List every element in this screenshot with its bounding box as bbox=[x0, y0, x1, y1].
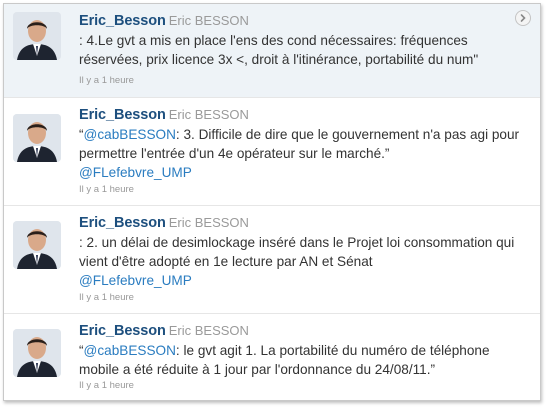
chevron-right-icon bbox=[520, 14, 526, 22]
tweet-text: : 2. un délai de desimlockage inséré dan… bbox=[79, 233, 527, 290]
full-name: Eric BESSON bbox=[168, 323, 249, 338]
tweet-timestamp-link[interactable]: Il y a 1 heure bbox=[79, 380, 134, 391]
avatar-portrait-icon bbox=[13, 329, 61, 377]
tweet-header: Eric_Besson Eric BESSON bbox=[79, 322, 249, 340]
full-name: Eric BESSON bbox=[168, 107, 249, 122]
screen-name-link[interactable]: Eric_Besson bbox=[79, 215, 166, 231]
mention-link[interactable]: @cabBESSON bbox=[84, 343, 176, 358]
tweet-item[interactable]: Eric_Besson Eric BESSON : 2. un délai de … bbox=[4, 206, 540, 314]
screen-name-link[interactable]: Eric_Besson bbox=[79, 323, 166, 339]
tweet-body: : 2. un délai de desimlockage inséré dan… bbox=[79, 235, 515, 269]
tweet-list: Eric_Besson Eric BESSON : 4.Le gvt a mis … bbox=[3, 3, 541, 401]
expand-button[interactable] bbox=[515, 10, 531, 26]
tweet-item[interactable]: Eric_Besson Eric BESSON “@cabBESSON: 3. D… bbox=[4, 98, 540, 206]
tweet-text: “@cabBESSON: 3. Difficile de dire que le… bbox=[79, 125, 527, 182]
full-name: Eric BESSON bbox=[168, 215, 249, 230]
tweet-header: Eric_Besson Eric BESSON bbox=[79, 214, 249, 232]
avatar[interactable] bbox=[13, 12, 61, 60]
mention-link[interactable]: @FLefebvre_UMP bbox=[79, 273, 192, 288]
mention-link[interactable]: @FLefebvre_UMP bbox=[79, 165, 192, 180]
avatar[interactable] bbox=[13, 221, 61, 269]
avatar[interactable] bbox=[13, 329, 61, 377]
tweet-item[interactable]: Eric_Besson Eric BESSON : 4.Le gvt a mis … bbox=[4, 4, 540, 98]
avatar[interactable] bbox=[13, 114, 61, 162]
tweet-timestamp-link[interactable]: Il y a 1 heure bbox=[79, 184, 134, 195]
tweet-header: Eric_Besson Eric BESSON bbox=[79, 106, 249, 124]
tweet-item[interactable]: Eric_Besson Eric BESSON “@cabBESSON: le g… bbox=[4, 314, 540, 400]
tweet-text: : 4.Le gvt a mis en place l'ens des cond… bbox=[79, 33, 479, 67]
tweet-timestamp-link[interactable]: Il y a 1 heure bbox=[79, 292, 134, 303]
mention-link[interactable]: @cabBESSON bbox=[84, 127, 176, 142]
screen-name-link[interactable]: Eric_Besson bbox=[79, 13, 166, 29]
avatar-portrait-icon bbox=[13, 114, 61, 162]
tweet-header: Eric_Besson Eric BESSON bbox=[79, 12, 249, 30]
screen-name-link[interactable]: Eric_Besson bbox=[79, 107, 166, 123]
tweet-timestamp-link[interactable]: Il y a 1 heure bbox=[79, 75, 134, 86]
avatar-portrait-icon bbox=[13, 221, 61, 269]
avatar-portrait-icon bbox=[13, 12, 61, 60]
tweet-text: “@cabBESSON: le gvt agit 1. La portabili… bbox=[79, 341, 527, 379]
full-name: Eric BESSON bbox=[168, 13, 249, 28]
